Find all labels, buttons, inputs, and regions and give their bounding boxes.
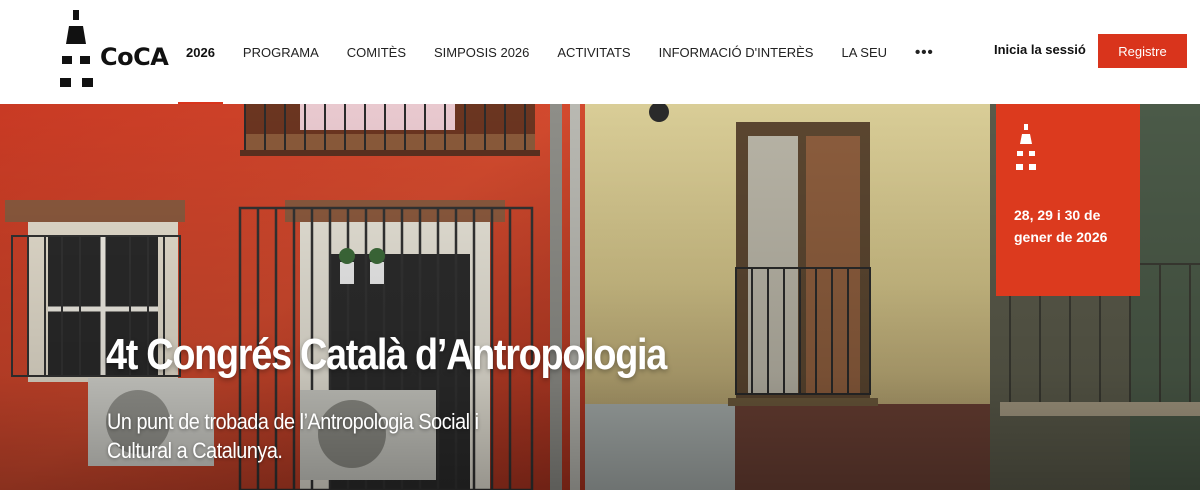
more-dots-icon[interactable]: ••• [915,0,934,104]
site-header: CoCA 2026 PROGRAMA COMITÈS SIMPOSIS 2026… [0,0,1200,104]
site-logo[interactable]: CoCA [58,10,169,90]
event-date-line-2: gener de 2026 [1014,229,1108,245]
nav-item-activitats[interactable]: ACTIVITATS [557,0,630,104]
logo-text: CoCA [100,43,169,71]
coca-a-logo-icon [60,10,93,87]
main-nav: 2026 PROGRAMA COMITÈS SIMPOSIS 2026 ACTI… [178,0,934,104]
nav-item-simposis[interactable]: SIMPOSIS 2026 [434,0,529,104]
login-link[interactable]: Inicia la sessió [994,42,1086,57]
hero-subtitle-line-2: Cultural a Catalunya. [107,438,283,463]
nav-item-comites[interactable]: COMITÈS [347,0,406,104]
nav-item-informacio[interactable]: INFORMACIÓ D'INTERÈS [659,0,814,104]
nav-item-la-seu[interactable]: LA SEU [841,0,887,104]
hero-title: 4t Congrés Català d’Antropologia [106,330,667,379]
hero-subtitle-line-1: Un punt de trobada de l’Antropologia Soc… [107,409,479,434]
hero-subtitle: Un punt de trobada de l’Antropologia Soc… [107,407,575,465]
event-dates: 28, 29 i 30 de gener de 2026 [1014,204,1130,248]
event-date-line-1: 28, 29 i 30 de [1014,207,1101,223]
register-button[interactable]: Registre [1098,34,1187,68]
coca-a-mark-icon [1016,124,1036,170]
nav-item-2026[interactable]: 2026 [178,0,223,104]
event-date-box: 28, 29 i 30 de gener de 2026 [996,104,1140,296]
nav-item-programa[interactable]: PROGRAMA [243,0,319,104]
